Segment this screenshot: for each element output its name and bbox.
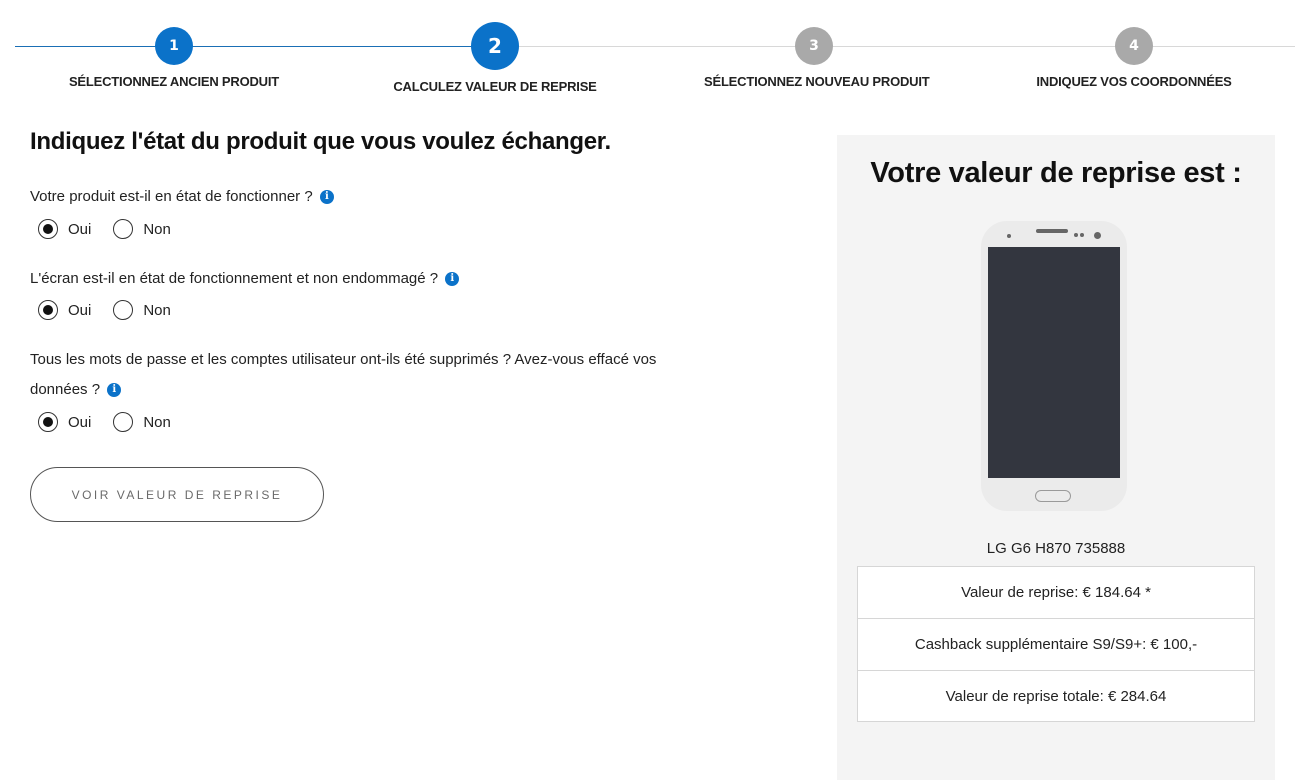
phone-image (981, 221, 1127, 511)
step-1[interactable]: 1 SÉLECTIONNEZ ANCIEN PRODUIT (64, 27, 284, 89)
radio-label-non: Non (143, 301, 171, 319)
step-4-label: INDIQUEZ VOS COORDONNÉES (1036, 74, 1232, 89)
radio-q2-oui[interactable]: Oui (38, 300, 91, 320)
radio-button[interactable] (113, 219, 134, 239)
step-3-label: SÉLECTIONNEZ NOUVEAU PRODUIT (704, 74, 930, 89)
value-breakdown-table: Valeur de reprise: € 184.64 * Cashback s… (857, 566, 1255, 722)
question-1: Votre produit est-il en état de fonction… (30, 182, 680, 212)
question-2-options: Oui Non (38, 300, 193, 320)
phone-sensor (1074, 233, 1078, 237)
question-2: L'écran est-il en état de fonctionnement… (30, 264, 680, 294)
step-1-label: SÉLECTIONNEZ ANCIEN PRODUIT (68, 74, 280, 89)
product-model: LG G6 H870 735888 (986, 540, 1126, 557)
radio-q3-non[interactable]: Non (113, 412, 171, 432)
phone-sensor (1007, 234, 1011, 238)
radio-button[interactable] (113, 412, 134, 432)
question-3: Tous les mots de passe et les comptes ut… (30, 345, 680, 405)
step-4-number: 4 (1115, 27, 1153, 65)
cashback-row: Cashback supplémentaire S9/S9+: € 100,- (858, 619, 1254, 671)
tradein-summary-panel: Votre valeur de reprise est : LG G6 H870… (837, 135, 1275, 780)
radio-button-selected[interactable] (38, 219, 58, 239)
step-3-number: 3 (795, 27, 833, 65)
radio-label-oui: Oui (68, 413, 92, 431)
question-2-text: L'écran est-il en état de fonctionnement… (30, 270, 439, 287)
phone-screen (988, 247, 1120, 478)
radio-q3-oui[interactable]: Oui (38, 412, 91, 432)
radio-selected-dot (43, 417, 53, 427)
radio-button-selected[interactable] (38, 300, 58, 320)
radio-q1-non[interactable]: Non (113, 219, 171, 239)
step-2: 2 CALCULEZ VALEUR DE REPRISE (385, 22, 605, 94)
phone-speaker (1036, 229, 1068, 233)
step-4: 4 INDIQUEZ VOS COORDONNÉES (1024, 27, 1244, 89)
phone-home-button (1035, 490, 1071, 502)
phone-camera (1094, 232, 1101, 239)
radio-q1-oui[interactable]: Oui (38, 219, 91, 239)
radio-button-selected[interactable] (38, 412, 58, 432)
info-icon[interactable]: i (319, 190, 334, 205)
radio-label-oui: Oui (68, 220, 92, 238)
radio-q2-non[interactable]: Non (113, 300, 171, 320)
view-tradein-value-button[interactable]: VOIR VALEUR DE REPRISE (30, 467, 324, 522)
radio-selected-dot (43, 305, 53, 315)
radio-label-non: Non (143, 413, 171, 431)
radio-button[interactable] (113, 300, 134, 320)
question-1-options: Oui Non (38, 219, 193, 239)
tradein-value-row: Valeur de reprise: € 184.64 * (858, 567, 1254, 619)
summary-title: Votre valeur de reprise est : (870, 157, 1242, 189)
step-2-number: 2 (471, 22, 519, 70)
info-icon[interactable]: i (107, 383, 122, 398)
question-1-text: Votre produit est-il en état de fonction… (30, 188, 313, 205)
step-2-label: CALCULEZ VALEUR DE REPRISE (393, 79, 597, 94)
total-value-row: Valeur de reprise totale: € 284.64 (945, 687, 1167, 705)
radio-label-oui: Oui (68, 301, 92, 319)
phone-sensor (1080, 233, 1084, 237)
info-icon[interactable]: i (445, 272, 460, 287)
step-3: 3 SÉLECTIONNEZ NOUVEAU PRODUIT (704, 27, 930, 89)
progress-stepper: 1 SÉLECTIONNEZ ANCIEN PRODUIT 2 CALCULEZ… (0, 0, 1297, 110)
form-heading: Indiquez l'état du produit que vous voul… (30, 128, 611, 155)
radio-selected-dot (43, 224, 53, 234)
step-1-number: 1 (155, 27, 193, 65)
question-3-options: Oui Non (38, 412, 193, 432)
radio-label-non: Non (143, 220, 171, 238)
question-3-text: Tous les mots de passe et les comptes ut… (30, 351, 657, 398)
